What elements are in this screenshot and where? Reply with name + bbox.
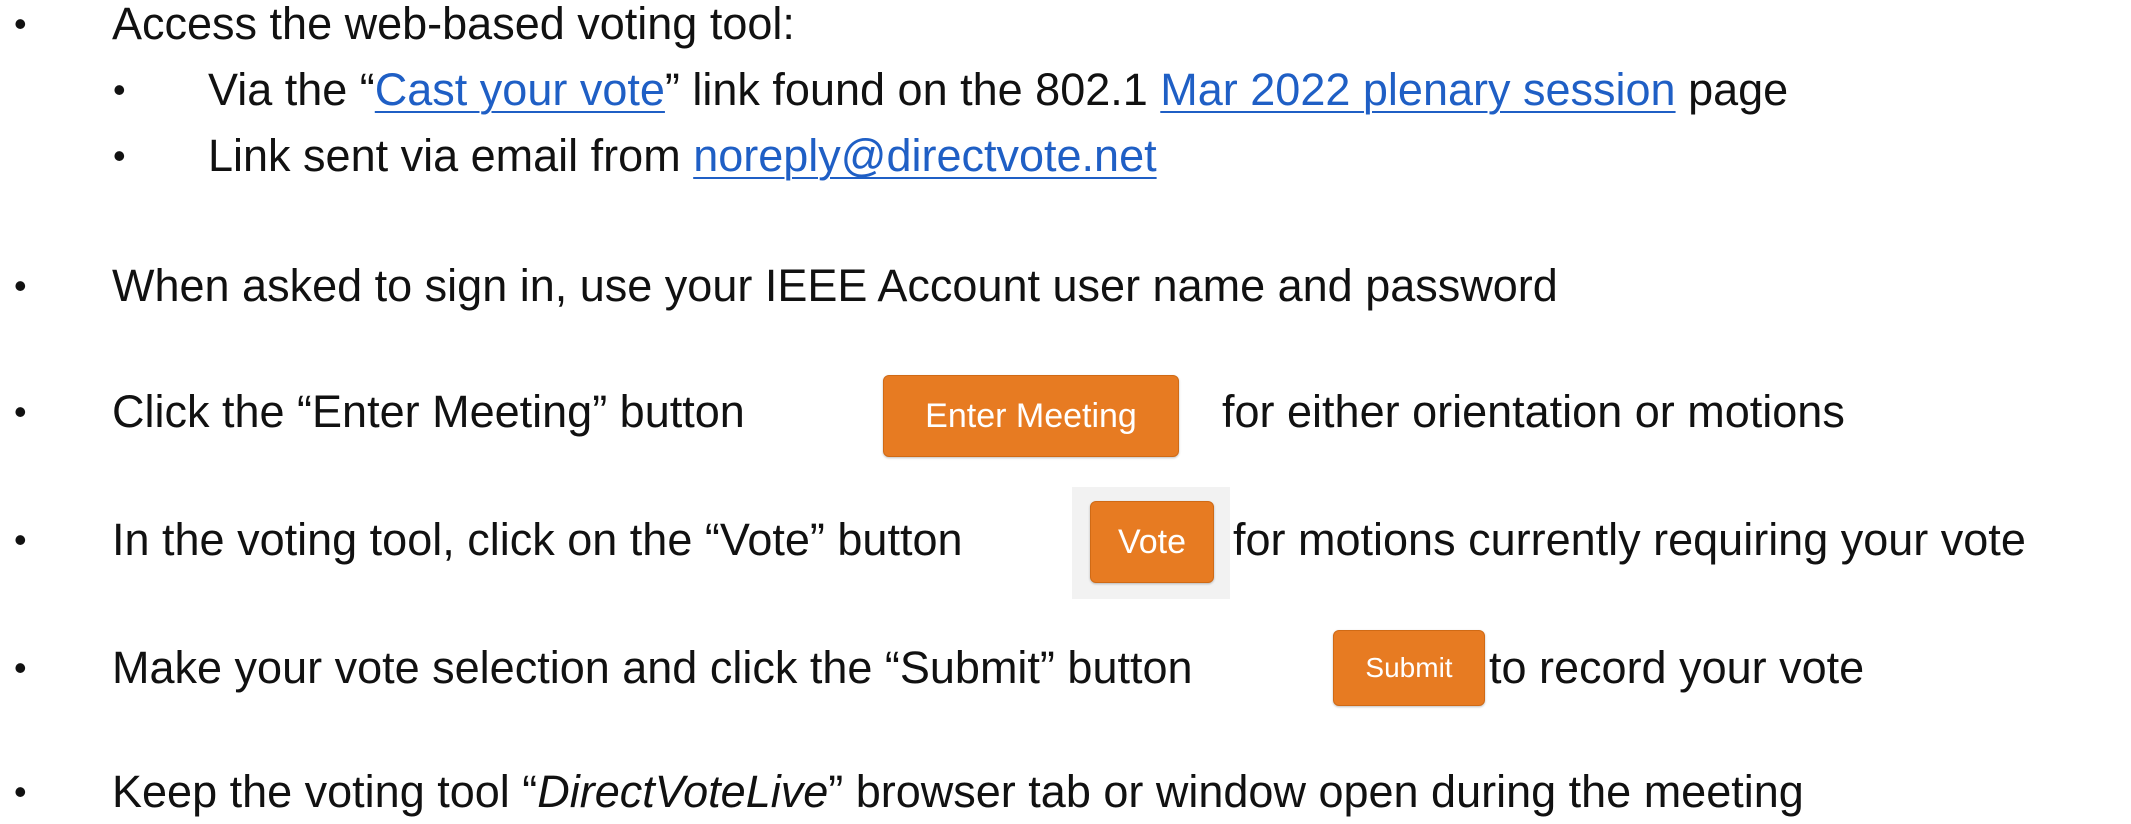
bullet: •: [14, 519, 27, 560]
step-access-text: Access the web-based voting tool:: [112, 0, 795, 49]
bullet: •: [14, 265, 27, 306]
bullet: •: [14, 647, 27, 688]
step-signin-text: When asked to sign in, use your IEEE Acc…: [112, 260, 1558, 311]
step-submit-prefix: Make your vote selection and click the “…: [112, 642, 1193, 693]
step-access-sub-email: • Link sent via email from noreply@direc…: [0, 124, 2131, 188]
bullet: •: [113, 69, 126, 110]
step-keep-open-text: Keep the voting tool “DirectVoteLive” br…: [112, 766, 1804, 817]
bullet: •: [14, 3, 27, 44]
step-submit: • Make your vote selection and click the…: [0, 636, 2131, 700]
instruction-slide: • Access the web-based voting tool: • Vi…: [0, 0, 2131, 818]
enter-meeting-button[interactable]: Enter Meeting: [883, 375, 1179, 457]
noreply-email-link[interactable]: noreply@directvote.net: [693, 130, 1156, 181]
sub-cast-vote-text: Via the “Cast your vote” link found on t…: [208, 64, 1789, 115]
step-enter-meeting-suffix: for either orientation or motions: [1222, 386, 1845, 437]
plenary-session-link[interactable]: Mar 2022 plenary session: [1160, 64, 1675, 115]
step-keep-open: • Keep the voting tool “DirectVoteLive” …: [0, 760, 2131, 824]
directvotelive-name: DirectVoteLive: [537, 766, 829, 817]
step-signin: • When asked to sign in, use your IEEE A…: [0, 254, 2131, 318]
bullet: •: [14, 771, 27, 812]
vote-button[interactable]: Vote: [1090, 501, 1214, 583]
step-vote-suffix: for motions currently requiring your vot…: [1233, 514, 2026, 565]
bullet: •: [14, 391, 27, 432]
step-submit-suffix: to record your vote: [1489, 642, 1865, 693]
step-access-sub-cast-vote: • Via the “Cast your vote” link found on…: [0, 58, 2131, 122]
bullet: •: [113, 135, 126, 176]
submit-button[interactable]: Submit: [1333, 630, 1485, 706]
step-vote-prefix: In the voting tool, click on the “Vote” …: [112, 514, 963, 565]
step-enter-meeting-prefix: Click the “Enter Meeting” button: [112, 386, 745, 437]
step-vote: • In the voting tool, click on the “Vote…: [0, 508, 2131, 572]
sub-email-text: Link sent via email from noreply@directv…: [208, 130, 1157, 181]
cast-your-vote-link[interactable]: Cast your vote: [375, 64, 665, 115]
step-access: • Access the web-based voting tool:: [0, 0, 2131, 56]
